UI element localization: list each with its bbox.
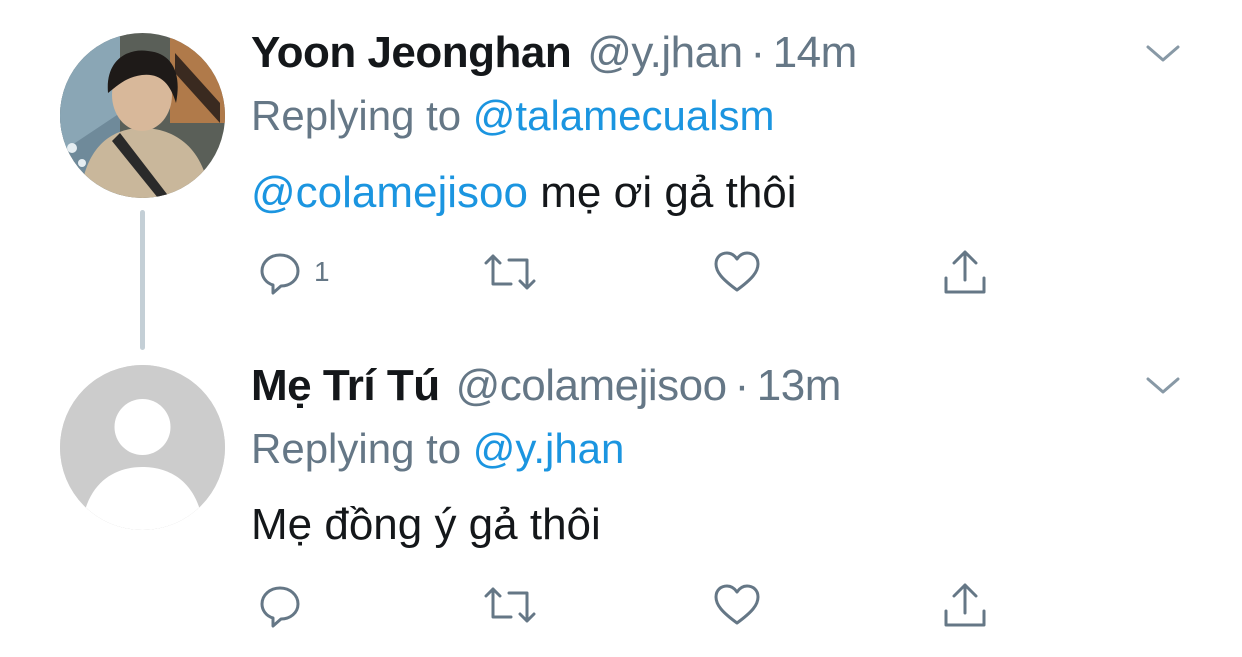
tweet-actions: 1: [0, 242, 1242, 302]
replying-to-mention[interactable]: @talamecualsm: [473, 92, 775, 139]
user-handle[interactable]: @y.jhan: [587, 28, 743, 78]
reply-count: 1: [314, 256, 330, 287]
reply-button[interactable]: [256, 575, 304, 635]
timestamp[interactable]: 13m: [757, 361, 842, 411]
timestamp[interactable]: 14m: [773, 28, 858, 78]
replying-to-line: Replying to @y.jhan: [251, 425, 624, 473]
default-avatar-icon: [60, 365, 225, 530]
replying-to-line: Replying to @talamecualsm: [251, 92, 775, 140]
tweet-text: @colamejisoo mẹ ơi gả thôi: [251, 168, 797, 218]
share-button[interactable]: [940, 575, 990, 635]
chevron-down-icon[interactable]: [1140, 370, 1186, 400]
reply-icon: [260, 586, 300, 628]
tweet-actions: [0, 575, 1242, 635]
tweet-text: Mẹ đồng ý gả thôi: [251, 500, 601, 550]
tweet-body: mẹ ơi gả thôi: [528, 168, 797, 217]
replying-to-label: Replying to: [251, 425, 462, 472]
retweet-button[interactable]: [483, 242, 537, 302]
retweet-icon: [484, 587, 536, 623]
replying-to-mention[interactable]: @y.jhan: [473, 425, 625, 472]
chevron-down-icon[interactable]: [1140, 38, 1186, 68]
tweet-mention[interactable]: @colamejisoo: [251, 168, 528, 217]
tweet-header: Yoon Jeonghan @y.jhan · 14m: [251, 23, 857, 83]
avatar-yoon-jeonghan[interactable]: [60, 33, 225, 198]
avatar-me-tri-tu[interactable]: [60, 365, 225, 530]
replying-to-label: Replying to: [251, 92, 462, 139]
reply-icon: [260, 253, 300, 295]
reply-button[interactable]: 1: [256, 242, 330, 302]
like-button[interactable]: [712, 242, 762, 302]
share-icon: [944, 583, 986, 627]
separator-dot: ·: [734, 361, 750, 410]
heart-icon: [714, 251, 760, 292]
separator-dot: ·: [750, 28, 766, 77]
user-handle[interactable]: @colamejisoo: [456, 361, 728, 411]
retweet-button[interactable]: [483, 575, 537, 635]
tweet-header: Mẹ Trí Tú @colamejisoo · 13m: [251, 356, 841, 416]
retweet-icon: [484, 254, 536, 290]
tweet-body: Mẹ đồng ý gả thôi: [251, 500, 601, 549]
share-icon: [944, 250, 986, 294]
share-button[interactable]: [940, 242, 990, 302]
display-name[interactable]: Mẹ Trí Tú: [251, 361, 440, 411]
like-button[interactable]: [712, 575, 762, 635]
display-name[interactable]: Yoon Jeonghan: [251, 28, 572, 78]
heart-icon: [714, 584, 760, 625]
